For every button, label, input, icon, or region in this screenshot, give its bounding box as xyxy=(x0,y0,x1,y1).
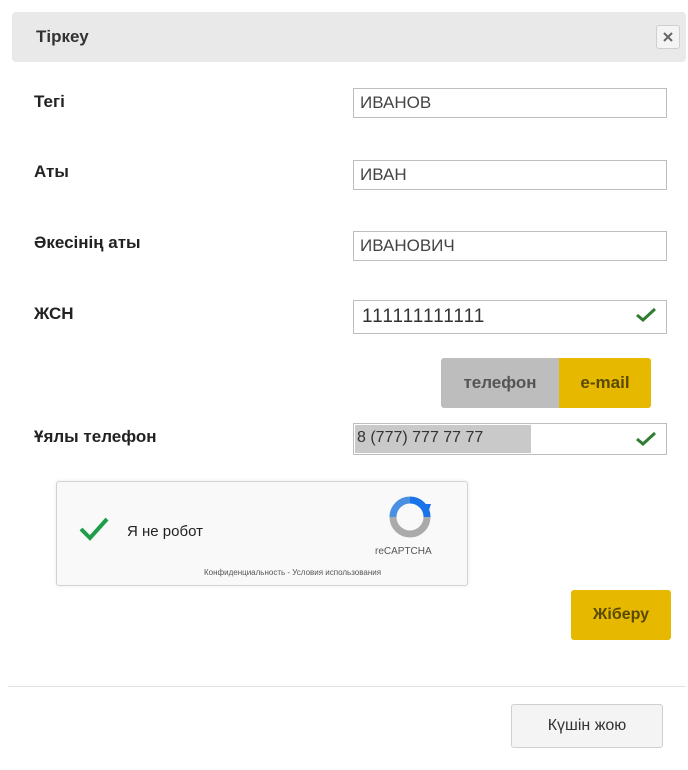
patronymic-label: Әкесінің аты xyxy=(34,233,141,252)
iin-label: ЖСН xyxy=(34,304,74,323)
phone-toggle[interactable]: телефон xyxy=(441,358,559,408)
name-field[interactable] xyxy=(353,160,667,190)
footer-divider xyxy=(8,686,686,687)
recaptcha-check-icon[interactable] xyxy=(79,516,109,542)
check-icon xyxy=(636,308,656,322)
recaptcha-widget: Я не робот reCAPTCHA Конфиденциальность … xyxy=(56,481,468,586)
registration-dialog: Тіркеу Тегі Аты Әкесінің аты ЖСН 1111111… xyxy=(8,8,686,768)
recaptcha-logo-icon xyxy=(389,496,431,538)
close-icon xyxy=(663,32,673,42)
email-toggle[interactable]: e-mail xyxy=(559,358,651,408)
dialog-title: Тіркеу xyxy=(36,27,89,46)
surname-field[interactable] xyxy=(353,88,667,118)
iin-value: 111111111111 xyxy=(362,306,486,327)
mobile-value: 8 (777) 777 77 77 xyxy=(357,429,484,446)
surname-label: Тегі xyxy=(34,92,65,111)
iin-field[interactable]: 111111111111 xyxy=(353,300,667,334)
name-label: Аты xyxy=(34,162,69,181)
close-button[interactable] xyxy=(656,25,680,49)
mobile-label: Ұялы телефон xyxy=(34,427,157,446)
recaptcha-brand: reCAPTCHA xyxy=(375,546,432,557)
submit-button[interactable]: Жіберу xyxy=(571,590,671,640)
dialog-titlebar: Тіркеу xyxy=(12,12,686,62)
check-icon xyxy=(636,432,656,446)
patronymic-field[interactable] xyxy=(353,231,667,261)
mobile-field[interactable]: 8 (777) 777 77 77 xyxy=(353,423,667,455)
force-close-button[interactable]: Күшін жою xyxy=(511,704,663,748)
recaptcha-label: Я не робот xyxy=(127,523,203,540)
recaptcha-links[interactable]: Конфиденциальность - Условия использован… xyxy=(204,568,381,577)
